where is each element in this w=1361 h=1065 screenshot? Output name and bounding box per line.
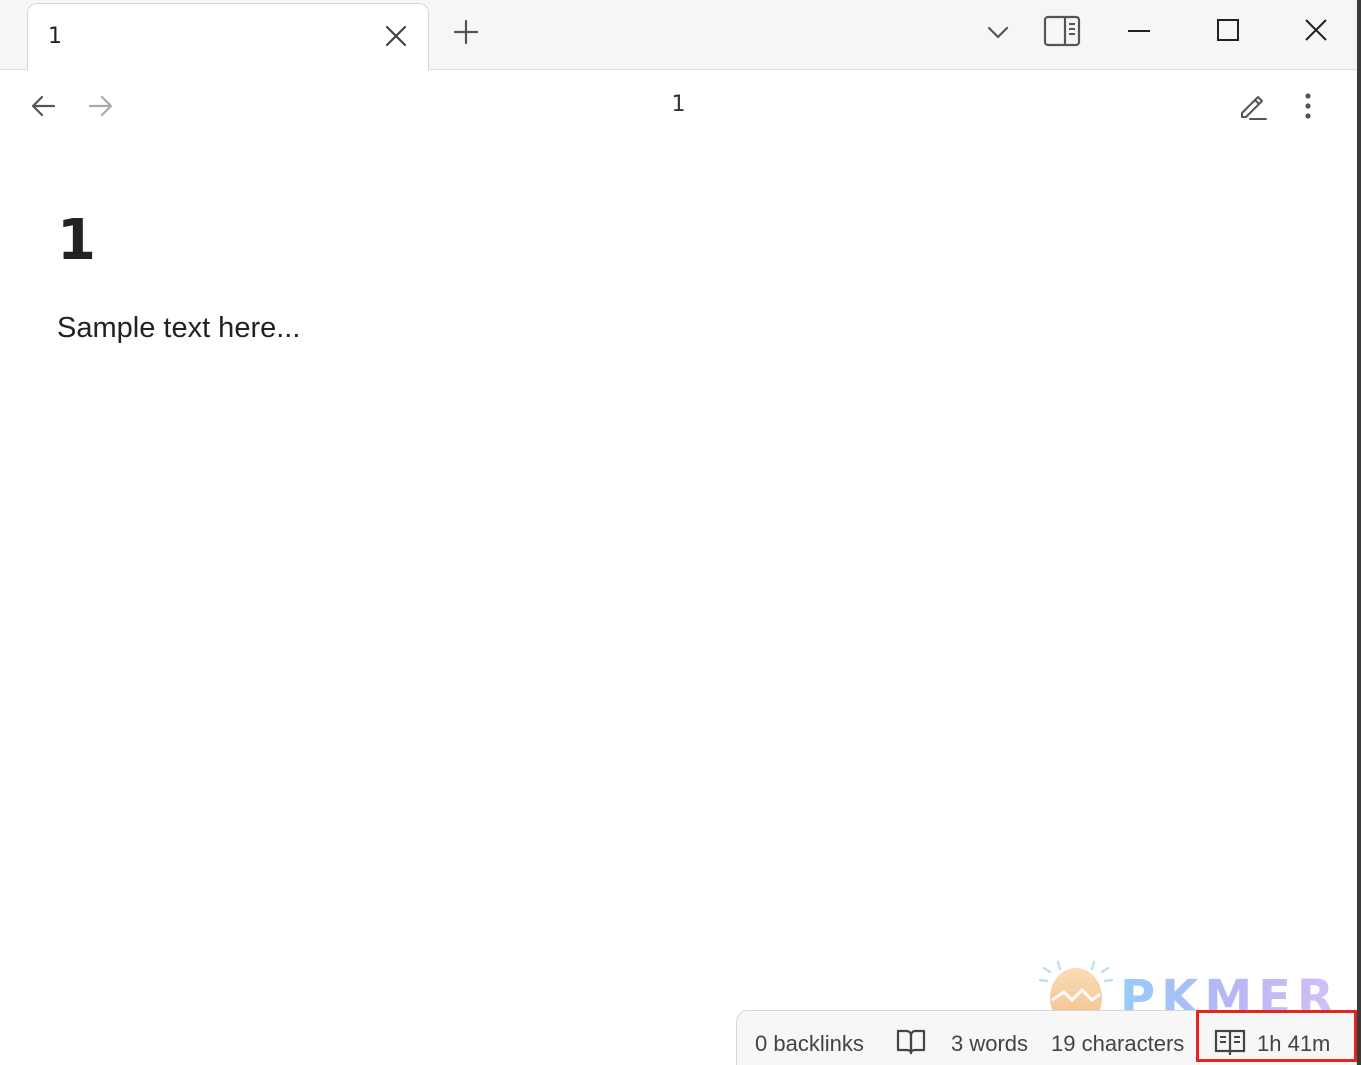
note-heading[interactable]: 1 bbox=[57, 208, 96, 273]
highlight-annotation bbox=[1196, 1010, 1357, 1062]
chevron-down-icon[interactable] bbox=[985, 20, 1011, 44]
status-character-count: 19 characters bbox=[1051, 1031, 1185, 1056]
maximize-icon[interactable] bbox=[1214, 16, 1242, 44]
tab-active[interactable]: 1 bbox=[27, 3, 429, 70]
view-header-title[interactable]: 1 bbox=[0, 92, 1357, 117]
pencil-icon[interactable] bbox=[1236, 89, 1268, 121]
app-window: 1 1 1 Sample text here... PKMER 0 backli… bbox=[0, 0, 1361, 1065]
tab-bar: 1 bbox=[0, 0, 1357, 70]
tab-title: 1 bbox=[48, 24, 62, 49]
sidebar-toggle-icon[interactable] bbox=[1043, 15, 1081, 47]
status-backlinks[interactable]: 0 backlinks bbox=[755, 1031, 864, 1057]
note-body-text[interactable]: Sample text here... bbox=[57, 312, 300, 345]
close-icon[interactable] bbox=[384, 24, 408, 48]
status-word-count: 3 words bbox=[951, 1031, 1029, 1056]
window-edge bbox=[1357, 0, 1361, 1065]
minimize-icon[interactable] bbox=[1126, 18, 1152, 44]
more-vertical-icon[interactable] bbox=[1296, 91, 1320, 121]
plus-icon[interactable] bbox=[452, 18, 480, 46]
book-open-icon[interactable] bbox=[895, 1027, 927, 1057]
window-close-icon[interactable] bbox=[1302, 16, 1330, 44]
